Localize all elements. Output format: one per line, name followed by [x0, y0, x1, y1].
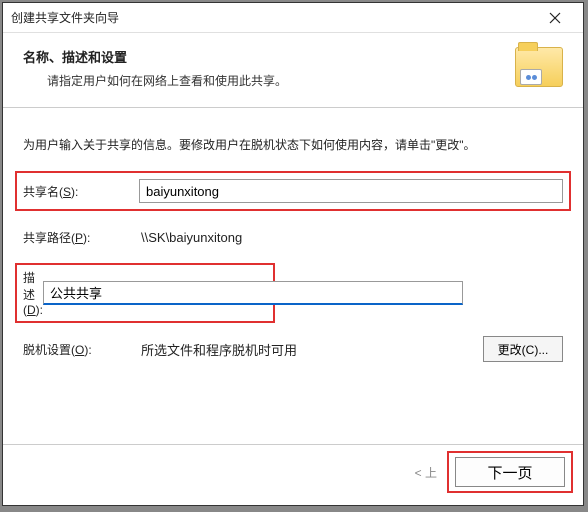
- window-title: 创建共享文件夹向导: [11, 9, 535, 26]
- offline-settings-value: 所选文件和程序脱机时可用: [139, 337, 473, 362]
- change-offline-button[interactable]: 更改(C)...: [483, 336, 563, 362]
- share-name-label: 共享名(S):: [23, 183, 139, 200]
- share-name-input[interactable]: [139, 179, 563, 203]
- highlight-next: 下一页: [447, 451, 573, 493]
- next-button[interactable]: 下一页: [455, 457, 565, 487]
- wizard-footer: < 上 下一页: [3, 444, 583, 505]
- share-path-value: \\SK\baiyunxitong: [139, 227, 563, 248]
- offline-settings-label: 脱机设置(O):: [23, 341, 139, 358]
- wizard-header-subtitle: 请指定用户如何在网络上查看和使用此共享。: [23, 72, 505, 89]
- description-input[interactable]: [43, 281, 463, 305]
- wizard-body: 为用户输入关于共享的信息。要修改用户在脱机状态下如何使用内容，请单击"更改"。 …: [3, 108, 583, 444]
- instruction-text: 为用户输入关于共享的信息。要修改用户在脱机状态下如何使用内容，请单击"更改"。: [23, 136, 563, 153]
- back-button: < 上: [409, 463, 443, 482]
- description-label: 描述(D):: [23, 269, 43, 317]
- shared-folder-icon: [515, 47, 563, 87]
- close-icon: [549, 12, 561, 24]
- wizard-header: 名称、描述和设置 请指定用户如何在网络上查看和使用此共享。: [3, 33, 583, 108]
- share-path-label: 共享路径(P):: [23, 229, 139, 246]
- close-button[interactable]: [535, 4, 575, 32]
- wizard-window: 创建共享文件夹向导 名称、描述和设置 请指定用户如何在网络上查看和使用此共享。 …: [2, 2, 584, 506]
- highlight-share-name: 共享名(S):: [15, 171, 571, 211]
- wizard-header-title: 名称、描述和设置: [23, 47, 505, 66]
- wizard-header-text: 名称、描述和设置 请指定用户如何在网络上查看和使用此共享。: [23, 47, 505, 89]
- highlight-description: 描述(D):: [15, 263, 275, 323]
- titlebar: 创建共享文件夹向导: [3, 3, 583, 33]
